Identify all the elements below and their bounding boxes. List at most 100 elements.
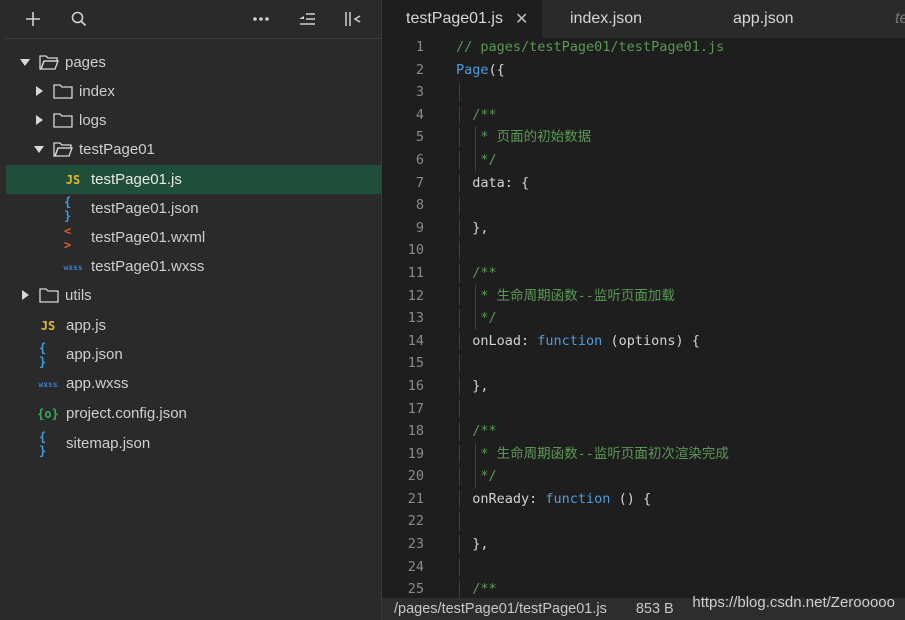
code-token: function xyxy=(537,332,603,349)
chevron-down-icon[interactable] xyxy=(34,146,44,153)
tree-item-app-json[interactable]: { } app.json xyxy=(6,340,381,369)
line-number: 14 xyxy=(407,332,424,349)
tree-item-testpage01-wxml[interactable]: < > testPage01.wxml xyxy=(6,223,381,252)
code-line: 19 * 生命周期函数--监听页面初次渲染完成 xyxy=(382,442,905,466)
line-number: 20 xyxy=(407,468,424,485)
line-number: 7 xyxy=(415,174,424,191)
line-number: 12 xyxy=(407,287,424,304)
code-token: (options) { xyxy=(602,332,700,349)
code-text: /** xyxy=(456,262,497,285)
tree-item-testpage01-wxss[interactable]: wxss testPage01.wxss xyxy=(6,252,381,281)
indent-guide xyxy=(459,557,460,577)
code-line: 4 /** xyxy=(382,104,905,127)
tree-item-app-wxss[interactable]: wxss app.wxss xyxy=(6,369,381,398)
line-number: 21 xyxy=(407,490,424,507)
collapse-all-icon[interactable] xyxy=(296,0,318,38)
chevron-down-icon[interactable] xyxy=(20,59,30,66)
tree-item-project-config-json[interactable]: {o} project.config.json xyxy=(6,399,381,428)
code-token: /** xyxy=(456,264,497,281)
indent-guide xyxy=(459,241,460,260)
code-text: }, xyxy=(456,217,488,240)
indent-guide xyxy=(459,83,460,102)
tree-item-utils[interactable]: utils xyxy=(6,281,381,310)
code-text: */ xyxy=(456,149,496,172)
code-line: 24 xyxy=(382,556,905,579)
line-number: 25 xyxy=(407,581,424,598)
tree-item-logs[interactable]: logs xyxy=(6,106,381,135)
tab-label: te xyxy=(895,10,905,27)
code-token: () { xyxy=(610,490,652,507)
tab-index-json[interactable]: index.json xyxy=(542,0,657,38)
line-number: 22 xyxy=(407,513,424,530)
line-number: 18 xyxy=(407,423,424,440)
tree-item-testpage01[interactable]: testPage01 xyxy=(6,135,381,164)
indent-guide xyxy=(459,354,460,373)
chevron-right-icon[interactable] xyxy=(36,86,43,96)
tab-testpage01-js[interactable]: testPage01.js ✕ xyxy=(382,0,542,38)
code-line: 8 xyxy=(382,194,905,217)
code-token: Page xyxy=(456,61,489,78)
tree-item-label: testPage01.wxss xyxy=(91,258,205,275)
code-token: /** xyxy=(456,423,497,440)
search-icon[interactable] xyxy=(68,0,90,38)
code-token: /** xyxy=(456,106,497,123)
folder-icon xyxy=(39,288,59,303)
code-editor: testPage01.js ✕ index.json app.json te 1 // p… xyxy=(382,0,905,620)
wxss-file-icon: wxss xyxy=(38,379,58,389)
code-line: 5 * 页面的初始数据 xyxy=(382,126,905,149)
folder-open-icon xyxy=(39,55,59,70)
code-text: * 生命周期函数--监听页面初次渲染完成 xyxy=(456,443,729,466)
tree-item-label: sitemap.json xyxy=(66,435,151,452)
line-number: 13 xyxy=(407,310,424,327)
line-number: 11 xyxy=(407,264,424,281)
line-number: 1 xyxy=(415,39,424,55)
tree-item-pages[interactable]: pages xyxy=(6,48,381,77)
tree-item-label: utils xyxy=(65,287,92,304)
wxss-file-icon: wxss xyxy=(63,262,83,272)
tree-item-label: app.wxss xyxy=(66,375,129,392)
tree-item-app-js[interactable]: JS app.js xyxy=(6,311,381,340)
file-explorer-sidebar: pages index logs testPage01 JS testPage01.js {… xyxy=(0,0,382,620)
code-token: data: { xyxy=(456,174,530,191)
line-number: 4 xyxy=(415,106,424,123)
ellipsis-icon[interactable] xyxy=(250,0,272,38)
indent-guide xyxy=(459,196,460,215)
code-line: 12 * 生命周期函数--监听页面加载 xyxy=(382,284,905,308)
tree-item-label: index xyxy=(79,83,115,100)
code-line: 7 data: { xyxy=(382,172,905,195)
line-number: 23 xyxy=(407,536,424,553)
code-token: function xyxy=(545,490,611,507)
code-line: 21 onReady: function () { xyxy=(382,488,905,511)
tree-item-label: testPage01.json xyxy=(91,200,199,217)
tree-item-label: project.config.json xyxy=(66,405,187,422)
editor-tab-bar: testPage01.js ✕ index.json app.json te xyxy=(382,0,905,38)
code-line: 17 xyxy=(382,398,905,421)
code-line: 14 onLoad: function (options) { xyxy=(382,330,905,353)
code-text: }, xyxy=(456,533,488,556)
line-number: 6 xyxy=(415,151,424,168)
code-text: /** xyxy=(456,420,497,443)
line-number: 15 xyxy=(407,355,424,372)
code-line: 6 */ xyxy=(382,148,905,172)
tab-te[interactable]: te xyxy=(772,0,905,38)
folder-icon xyxy=(53,84,73,99)
tree-item-index[interactable]: index xyxy=(6,77,381,106)
code-area[interactable]: 1// pages/testPage01/testPage01.js 2 Page(… xyxy=(382,36,905,598)
code-line: 9 }, xyxy=(382,217,905,240)
plus-icon[interactable] xyxy=(22,0,44,38)
hide-sidebar-icon[interactable] xyxy=(342,0,364,38)
code-line: 13 */ xyxy=(382,307,905,330)
js-file-icon: JS xyxy=(40,319,56,333)
tree-item-testpage01-json[interactable]: { } testPage01.json xyxy=(6,194,381,223)
code-text: }, xyxy=(456,375,488,398)
code-line: 16 }, xyxy=(382,375,905,398)
close-icon[interactable]: ✕ xyxy=(515,9,528,29)
chevron-right-icon[interactable] xyxy=(36,115,43,125)
tree-item-label: app.json xyxy=(66,346,123,363)
tree-item-testpage01-js[interactable]: JS testPage01.js xyxy=(6,165,381,194)
tree-item-sitemap-json[interactable]: { } sitemap.json xyxy=(6,429,381,458)
code-line: 20 */ xyxy=(382,465,905,488)
chevron-right-icon[interactable] xyxy=(22,290,29,300)
code-token: * 生命周期函数--监听页面初次渲染完成 xyxy=(456,445,729,462)
tab-app-json[interactable]: app.json xyxy=(657,0,794,38)
